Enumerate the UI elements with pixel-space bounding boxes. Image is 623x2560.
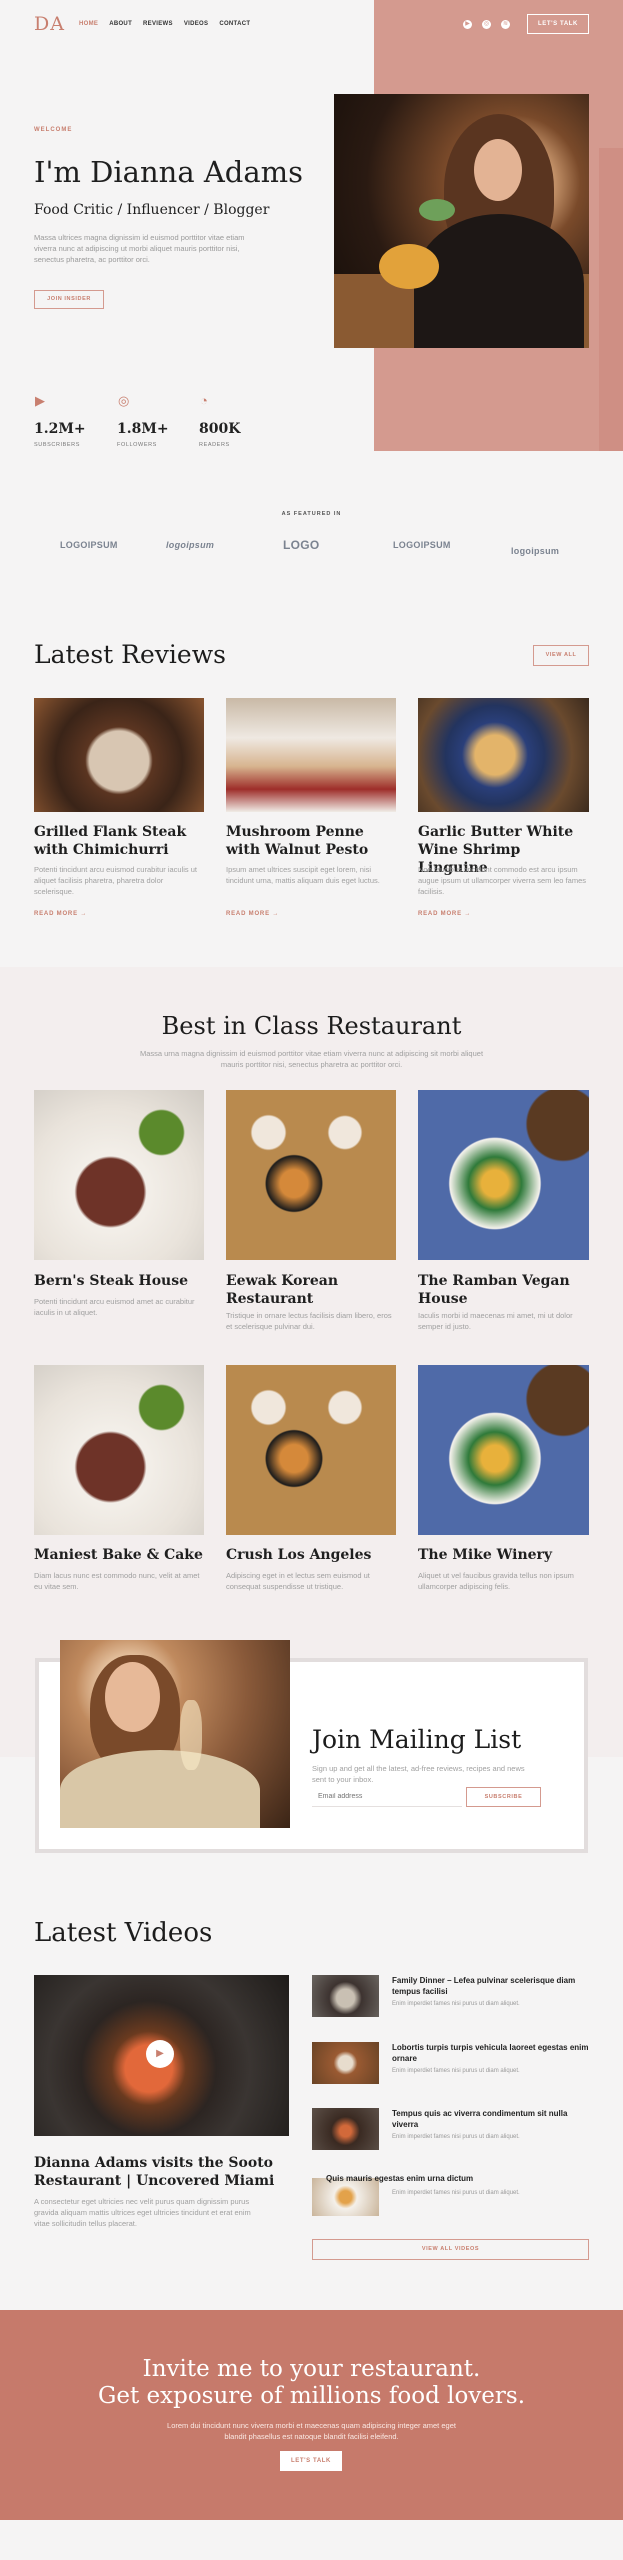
brand-logo: LOGOIPSUM bbox=[60, 540, 118, 550]
review-text: Potenti tincidunt arcu euismod curabitur… bbox=[34, 865, 198, 896]
read-more-link[interactable]: READ MORE → bbox=[34, 911, 87, 917]
restaurant-image[interactable] bbox=[226, 1365, 396, 1535]
brand-logo: logoipsum bbox=[511, 546, 560, 556]
spotify-icon[interactable]: ≋ bbox=[501, 20, 510, 29]
instagram-icon: ◎ bbox=[118, 393, 130, 408]
view-all-videos-button[interactable]: VIEW ALL VIDEOS bbox=[312, 2239, 589, 2260]
nav-reviews[interactable]: REVIEWS bbox=[143, 21, 173, 27]
read-more-link[interactable]: READ MORE → bbox=[226, 911, 279, 917]
video-title[interactable]: Quis mauris egestas enim urna dictum bbox=[326, 2173, 526, 2184]
reviews-title: Latest Reviews bbox=[34, 640, 226, 669]
invite-section-bg bbox=[0, 2310, 623, 2520]
restaurant-title[interactable]: Eewak Korean Restaurant bbox=[226, 1272, 396, 1308]
videos-title: Latest Videos bbox=[34, 1918, 213, 1948]
invite-text: Lorem dui tincidunt nunc viverra morbi e… bbox=[167, 2421, 456, 2441]
restaurant-text: Diam lacus nunc est commodo nunc, velit … bbox=[34, 1571, 200, 1591]
video-text: Enim imperdiet fames nisi purus ut diam … bbox=[392, 2134, 520, 2140]
brand-logo: LOGOIPSUM bbox=[393, 540, 451, 550]
restaurant-text: Adipiscing eget in et lectus sem euismod… bbox=[226, 1571, 370, 1591]
restaurant-title[interactable]: Maniest Bake & Cake bbox=[34, 1546, 204, 1564]
restaurant-title[interactable]: Crush Los Angeles bbox=[226, 1546, 396, 1564]
review-title[interactable]: Mushroom Penne with Walnut Pesto bbox=[226, 823, 401, 859]
restaurant-text: Iaculis morbi id maecenas mi amet, mi ut… bbox=[418, 1311, 573, 1331]
restaurant-image[interactable] bbox=[226, 1090, 396, 1260]
main-nav: HOME ABOUT REVIEWS VIDEOS CONTACT bbox=[79, 21, 250, 27]
video-thumbnail[interactable] bbox=[312, 2108, 379, 2150]
read-more-link[interactable]: READ MORE → bbox=[418, 911, 471, 917]
mailing-text: Sign up and get all the latest, ad-free … bbox=[312, 1764, 525, 1784]
brand-logo: logoipsum bbox=[166, 540, 215, 550]
youtube-icon: ▶ bbox=[35, 393, 45, 408]
restaurant-title[interactable]: The Ramban Vegan House bbox=[418, 1272, 589, 1308]
nav-about[interactable]: ABOUT bbox=[109, 21, 132, 27]
restaurant-title[interactable]: Bern's Steak House bbox=[34, 1272, 204, 1290]
rss-icon: ◔ bbox=[200, 393, 208, 408]
subscribe-button[interactable]: SUBSCRIBE bbox=[466, 1787, 541, 1807]
email-input[interactable] bbox=[312, 1787, 462, 1807]
restaurant-text: Potenti tincidunt arcu euismod amet ac c… bbox=[34, 1297, 195, 1317]
mailing-title: Join Mailing List bbox=[312, 1725, 522, 1754]
review-title[interactable]: Grilled Flank Steak with Chimichurri bbox=[34, 823, 204, 859]
video-text: Enim imperdiet fames nisi purus ut diam … bbox=[392, 2190, 520, 2196]
stat-followers-label: FOLLOWERS bbox=[117, 442, 157, 448]
restaurants-section-bg bbox=[0, 967, 623, 1757]
hero-text: Massa ultrices magna dignissim id euismo… bbox=[34, 233, 245, 264]
invite-lets-talk-button[interactable]: LET'S TALK bbox=[280, 2451, 342, 2471]
restaurant-image[interactable] bbox=[418, 1090, 589, 1260]
invite-title-line1: Invite me to your restaurant. bbox=[142, 2356, 481, 2382]
restaurants-text: Massa urna magna dignissim id euismod po… bbox=[139, 1049, 484, 1069]
nav-videos[interactable]: VIDEOS bbox=[184, 21, 208, 27]
brand-logo: LOGO bbox=[283, 538, 320, 552]
restaurant-text: Tristique in ornare lectus facilisis dia… bbox=[226, 1311, 392, 1331]
nav-contact[interactable]: CONTACT bbox=[219, 21, 250, 27]
invite-title-line2: Get exposure of millions food lovers. bbox=[97, 2383, 526, 2409]
stat-followers-value: 1.8M+ bbox=[117, 421, 169, 437]
hero-accent-stripe bbox=[599, 148, 623, 451]
youtube-icon[interactable]: ▶ bbox=[463, 20, 472, 29]
video-title[interactable]: Tempus quis ac viverra condimentum sit n… bbox=[392, 2108, 592, 2130]
review-image[interactable] bbox=[34, 698, 204, 812]
nav-home[interactable]: HOME bbox=[79, 21, 98, 27]
review-image[interactable] bbox=[418, 698, 589, 812]
hero-photo bbox=[334, 94, 589, 348]
featured-label: AS FEATURED IN bbox=[281, 511, 342, 517]
video-thumbnail[interactable] bbox=[312, 1975, 379, 2017]
stat-subscribers-label: SUBSCRIBERS bbox=[34, 442, 81, 448]
restaurant-image[interactable] bbox=[34, 1365, 204, 1535]
video-title[interactable]: Lobortis turpis turpis vehicula laoreet … bbox=[392, 2042, 592, 2064]
restaurant-text: Aliquet ut vel faucibus gravida tellus n… bbox=[418, 1571, 574, 1591]
stat-readers-value: 800K bbox=[199, 421, 241, 437]
view-all-reviews-button[interactable]: VIEW ALL bbox=[533, 645, 589, 666]
hero-title: I'm Dianna Adams bbox=[34, 155, 304, 189]
video-title[interactable]: Family Dinner – Lefea pulvinar scelerisq… bbox=[392, 1975, 592, 1997]
main-video-text: A consectetur eget ultricies nec velit p… bbox=[34, 2197, 251, 2228]
restaurant-title[interactable]: The Mike Winery bbox=[418, 1546, 589, 1564]
restaurants-title: Best in Class Restaurant bbox=[161, 1012, 462, 1040]
stat-subscribers-value: 1.2M+ bbox=[34, 421, 86, 437]
mailing-photo bbox=[60, 1640, 290, 1828]
hero-eyebrow: WELCOME bbox=[34, 127, 73, 133]
play-icon[interactable]: ▶ bbox=[146, 2040, 174, 2068]
lets-talk-button[interactable]: LET'S TALK bbox=[527, 14, 589, 34]
video-thumbnail[interactable] bbox=[312, 2042, 379, 2084]
review-text: Ipsum amet ultrices suscipit eget lorem,… bbox=[226, 865, 380, 885]
video-text: Enim imperdiet fames nisi purus ut diam … bbox=[392, 2068, 520, 2074]
site-logo[interactable]: DA bbox=[34, 13, 65, 35]
restaurant-image[interactable] bbox=[34, 1090, 204, 1260]
video-text: Enim imperdiet fames nisi purus ut diam … bbox=[392, 2001, 520, 2007]
join-insider-button[interactable]: JOIN INSIDER bbox=[34, 290, 104, 309]
hero-subtitle: Food Critic / Influencer / Blogger bbox=[34, 202, 270, 218]
stat-readers-label: READERS bbox=[199, 442, 230, 448]
review-text: Non faucibus tincidunt commodo est arcu … bbox=[418, 865, 586, 896]
restaurant-image[interactable] bbox=[418, 1365, 589, 1535]
main-video-title[interactable]: Dianna Adams visits the Sooto Restaurant… bbox=[34, 2154, 294, 2190]
review-image[interactable] bbox=[226, 698, 396, 812]
instagram-icon[interactable]: ◎ bbox=[482, 20, 491, 29]
